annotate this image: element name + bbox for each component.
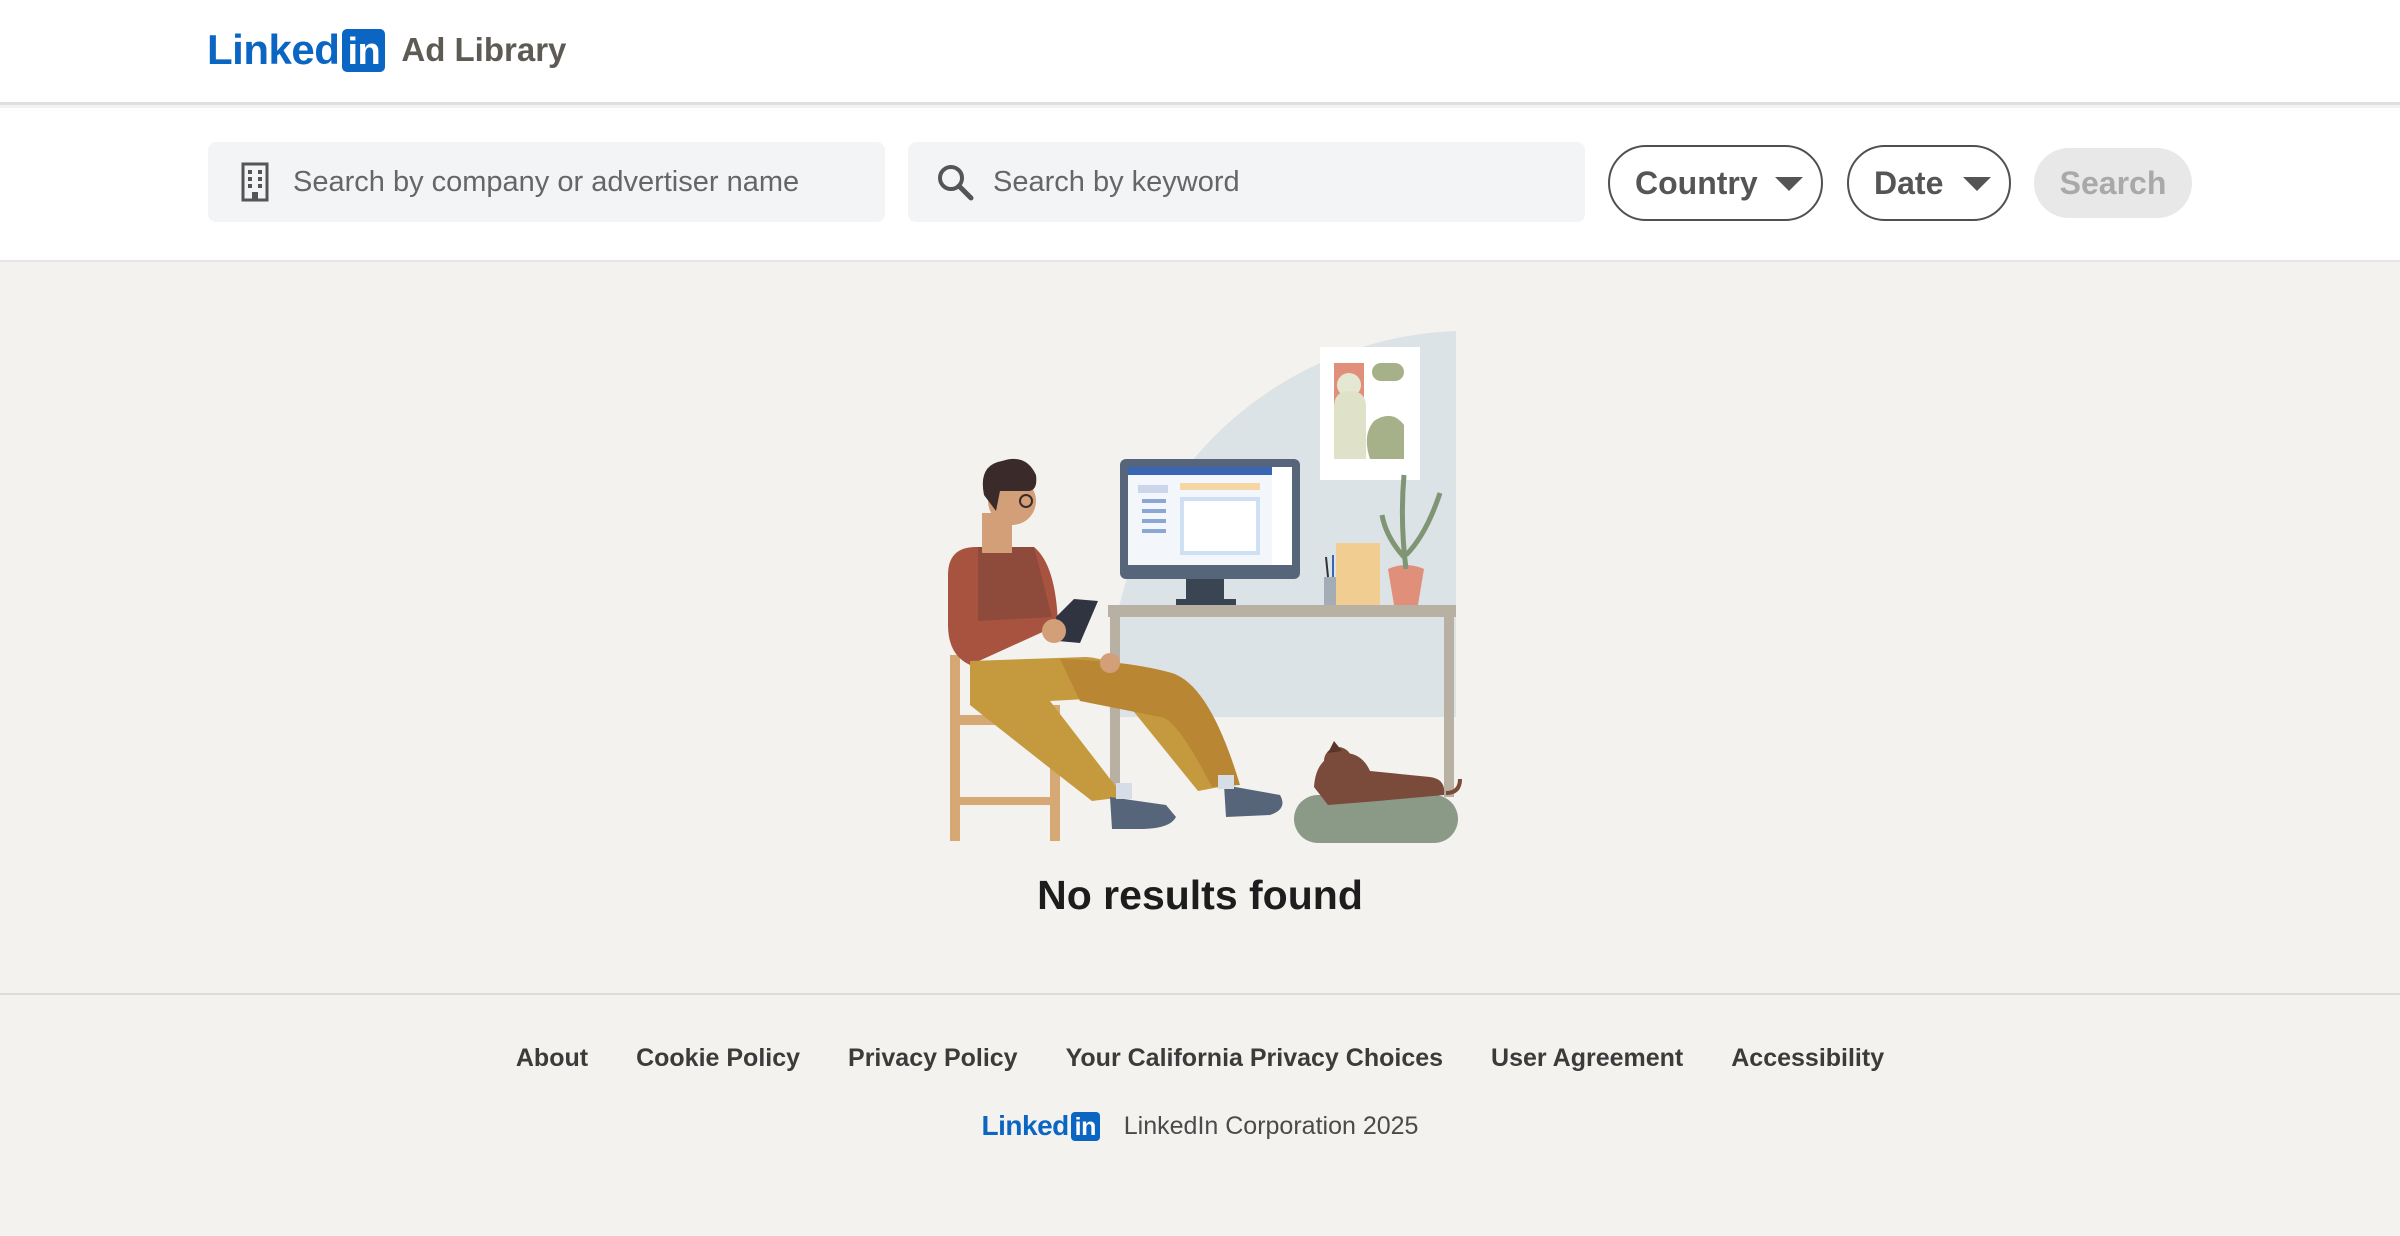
search-bar: Country Date Search bbox=[0, 108, 2400, 262]
country-dropdown[interactable]: Country bbox=[1608, 145, 1823, 221]
footer-link-user-agreement[interactable]: User Agreement bbox=[1491, 1044, 1683, 1073]
footer-link-cookie-policy[interactable]: Cookie Policy bbox=[636, 1044, 800, 1073]
brand[interactable]: Linked in Ad Library bbox=[207, 26, 566, 74]
chevron-down-icon bbox=[1775, 177, 1803, 191]
footer-links: About Cookie Policy Privacy Policy Your … bbox=[0, 1044, 2400, 1073]
date-label: Date bbox=[1874, 164, 1944, 201]
page-title[interactable]: Ad Library bbox=[401, 31, 566, 69]
top-header: Linked in Ad Library bbox=[0, 0, 2400, 105]
copyright-text: LinkedIn Corporation 2025 bbox=[1123, 1111, 1419, 1140]
building-icon bbox=[235, 162, 275, 202]
footer-logo-in-box: in bbox=[1070, 1111, 1100, 1141]
chevron-down-icon bbox=[1963, 177, 1991, 191]
company-search-input[interactable] bbox=[291, 164, 851, 200]
keyword-search-field[interactable] bbox=[908, 142, 1585, 222]
footer-link-accessibility[interactable]: Accessibility bbox=[1731, 1044, 1884, 1073]
footer-divider bbox=[0, 993, 2400, 995]
empty-state-illustration bbox=[930, 325, 1470, 845]
country-label: Country bbox=[1635, 164, 1758, 201]
no-results-message: No results found bbox=[1037, 872, 1363, 918]
logo-wordmark: Linked bbox=[207, 26, 340, 73]
search-icon bbox=[935, 162, 975, 202]
search-button[interactable]: Search bbox=[2034, 148, 2192, 218]
footer-link-about[interactable]: About bbox=[516, 1044, 588, 1073]
linkedin-logo[interactable]: Linked in bbox=[207, 26, 386, 74]
footer-link-california-privacy[interactable]: Your California Privacy Choices bbox=[1066, 1044, 1443, 1073]
footer-brand: Linked in LinkedIn Corporation 2025 bbox=[0, 1110, 2400, 1142]
logo-in-box: in bbox=[342, 28, 386, 72]
footer-link-privacy-policy[interactable]: Privacy Policy bbox=[848, 1044, 1018, 1073]
footer-logo-wordmark: Linked bbox=[981, 1110, 1070, 1141]
keyword-search-input[interactable] bbox=[991, 164, 1551, 200]
footer-linkedin-logo: Linked in bbox=[982, 1110, 1100, 1142]
company-search-field[interactable] bbox=[208, 142, 885, 222]
date-dropdown[interactable]: Date bbox=[1847, 145, 2011, 221]
